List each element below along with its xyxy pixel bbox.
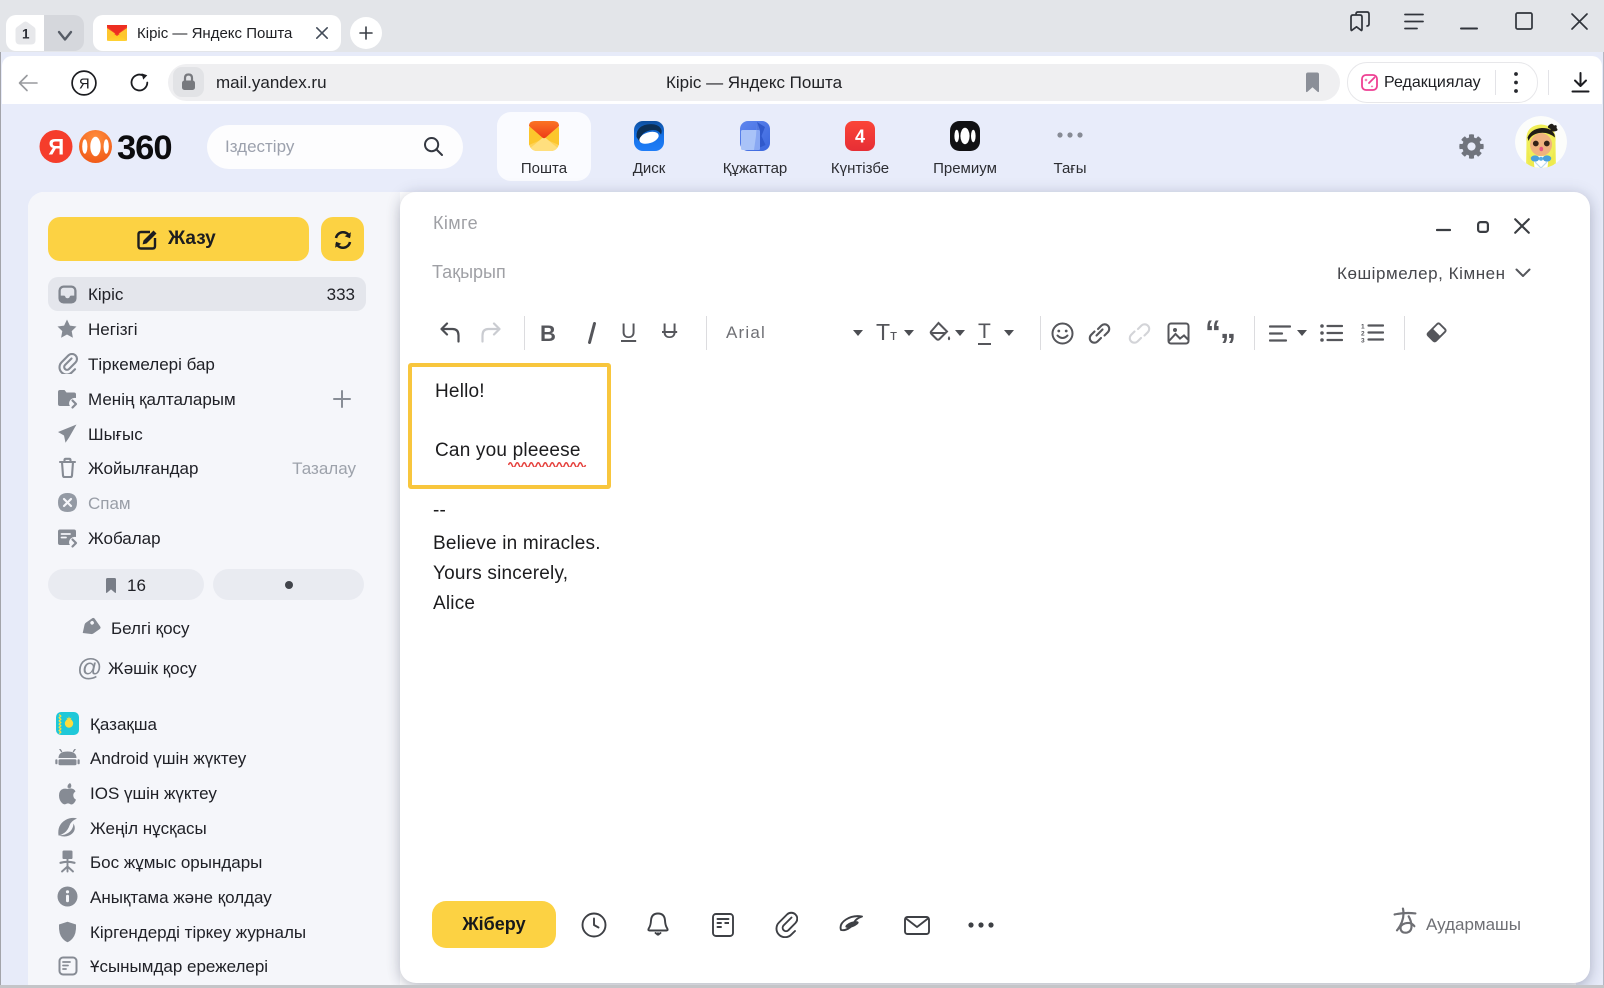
svg-text:1: 1 [1361,324,1365,331]
svg-text:2: 2 [1361,331,1365,338]
svg-text:4: 4 [855,127,865,147]
svg-text:Я: Я [79,75,90,92]
svg-text:3: 3 [1361,338,1365,344]
svg-text:1: 1 [22,27,30,42]
svg-text:Я: Я [48,135,64,160]
svg-text:360: 360 [117,129,172,164]
